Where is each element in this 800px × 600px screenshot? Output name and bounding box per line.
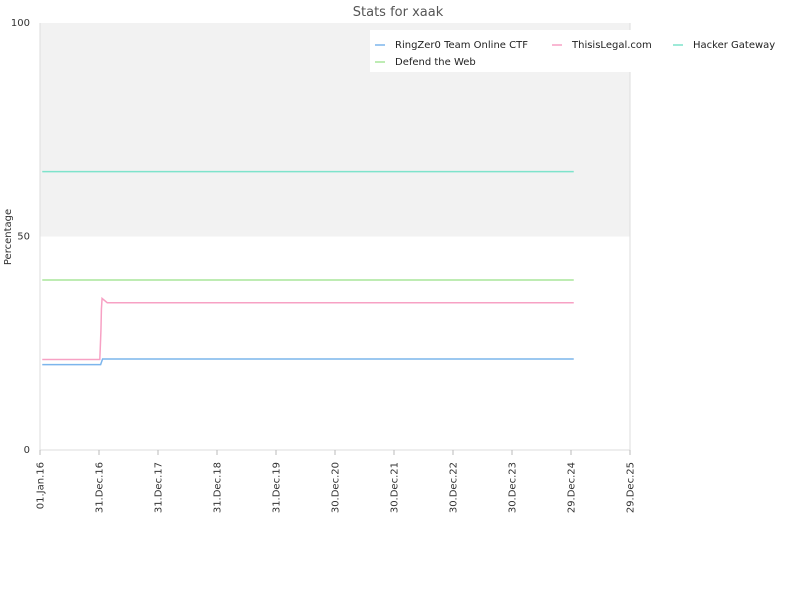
x-tick-label: 30.Dec.21 [390, 462, 401, 513]
y-tick-label: 0 [24, 445, 30, 456]
x-tick-label: 31.Dec.19 [272, 462, 283, 513]
x-tick-label: 31.Dec.16 [95, 462, 106, 513]
plot-area [39, 23, 631, 451]
legend-label: ThisisLegal.com [571, 40, 652, 51]
x-tick-label: 29.Dec.24 [567, 462, 578, 513]
x-tick-label: 30.Dec.23 [508, 462, 519, 513]
y-axis-title: Percentage [3, 209, 14, 265]
x-tick-label: 31.Dec.18 [213, 462, 224, 513]
x-tick-label: 31.Dec.17 [154, 462, 165, 513]
legend-label: Hacker Gateway [693, 40, 775, 51]
legend-label: Defend the Web [395, 57, 476, 68]
chart: Stats for xaak 0 50 100 01.Jan.16 31.Dec.16… [0, 0, 800, 600]
x-tick-label: 01.Jan.16 [36, 462, 47, 509]
y-tick-label: 50 [17, 232, 30, 243]
x-tick-label: 29.Dec.25 [626, 462, 637, 513]
y-tick-label: 100 [11, 18, 30, 29]
x-tick-label: 30.Dec.22 [449, 462, 460, 513]
x-tick-label: 30.Dec.20 [331, 462, 342, 513]
chart-title: Stats for xaak [353, 5, 444, 20]
legend-label: RingZer0 Team Online CTF [395, 40, 528, 51]
